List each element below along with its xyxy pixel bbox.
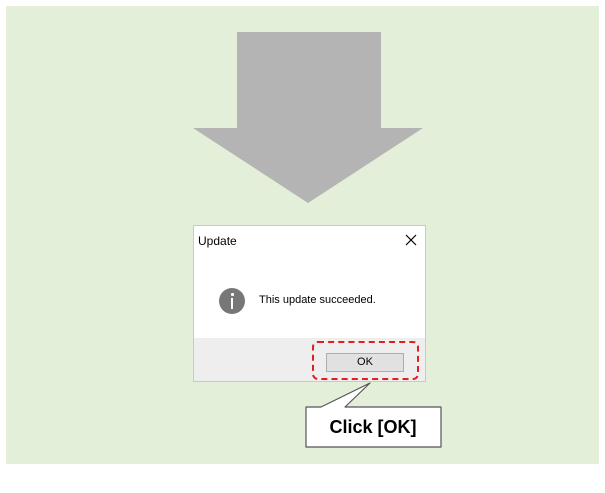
down-arrow-icon	[193, 32, 423, 203]
ok-button[interactable]: OK	[326, 353, 404, 372]
callout-text: Click [OK]	[329, 417, 417, 437]
dialog-message: This update succeeded.	[259, 294, 376, 306]
close-icon[interactable]	[403, 232, 419, 248]
dialog-title: Update	[198, 234, 237, 248]
info-icon	[219, 288, 245, 314]
